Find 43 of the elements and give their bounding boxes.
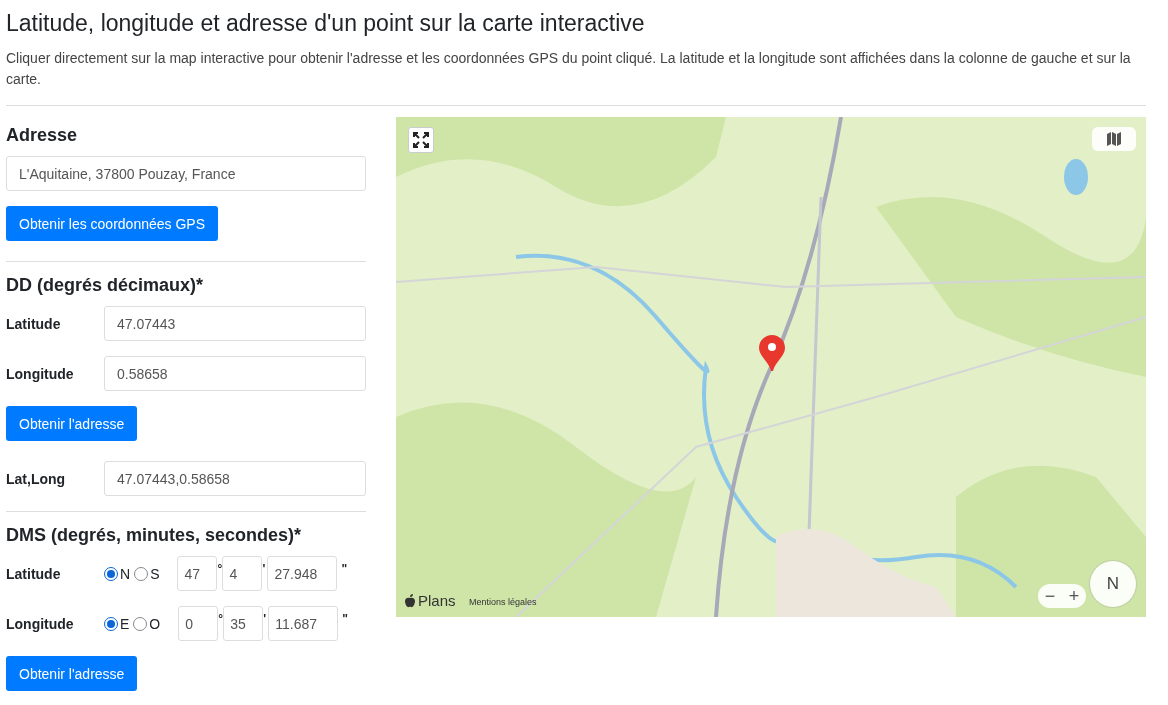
section-heading: DD (degrés décimaux)* bbox=[6, 274, 205, 296]
get-address-button[interactable]: Obtenir l'adresse bbox=[6, 656, 138, 691]
expand-icon bbox=[413, 132, 429, 148]
seconds-field[interactable]: 11.687 bbox=[268, 606, 339, 641]
field-label: Lat,Long bbox=[6, 470, 67, 487]
unit-mark: " bbox=[342, 612, 349, 626]
coordinate-field[interactable]: 0.58658 bbox=[104, 356, 366, 391]
degrees-field[interactable]: 47 bbox=[177, 556, 218, 591]
zoom-in-button[interactable]: + bbox=[1062, 584, 1086, 608]
map-type-button[interactable] bbox=[1092, 127, 1136, 151]
description: Cliquer directement sur la map interactive pour obtenir l'adresse et les coordonnées GPS du point cliqué. La latitude et la longitude sont affichées dans la colonne de gauche et sur la carte. bbox=[6, 49, 1132, 89]
map-icon bbox=[1107, 132, 1121, 146]
degrees-field[interactable]: 0 bbox=[178, 606, 219, 641]
field-label: Latitude bbox=[6, 565, 62, 582]
get-coordinates-button[interactable]: Obtenir les coordonnées GPS bbox=[6, 206, 218, 241]
address-field[interactable]: L'Aquitaine, 37800 Pouzay, France bbox=[6, 156, 366, 191]
radio-label: E bbox=[120, 615, 130, 632]
legal-link[interactable]: Mentions légales bbox=[469, 597, 537, 607]
field-label: Latitude bbox=[6, 315, 62, 332]
latlong-field[interactable]: 47.07443,0.58658 bbox=[104, 461, 366, 496]
minutes-field[interactable]: 35 bbox=[223, 606, 264, 641]
radio-label: S bbox=[150, 565, 160, 582]
unit-mark: ° bbox=[218, 612, 224, 626]
field-label: Longitude bbox=[6, 365, 75, 382]
radio-label: O bbox=[149, 615, 161, 632]
location-pin-icon bbox=[759, 335, 785, 371]
unit-mark: " bbox=[341, 562, 349, 576]
coordinate-field[interactable]: 47.07443 bbox=[104, 306, 366, 341]
zoom-out-button[interactable]: − bbox=[1038, 584, 1062, 608]
unit-mark: ' bbox=[263, 612, 268, 626]
field-label: Longitude bbox=[6, 615, 75, 632]
minutes-field[interactable]: 4 bbox=[222, 556, 263, 591]
section-heading: DMS (degrés, minutes, secondes)* bbox=[6, 524, 303, 546]
map-logo-text: Plans bbox=[418, 592, 456, 609]
unit-mark: ' bbox=[262, 562, 267, 576]
section-heading: Adresse bbox=[6, 124, 79, 146]
get-address-button[interactable]: Obtenir l'adresse bbox=[6, 406, 138, 441]
fruit-icon bbox=[404, 593, 416, 608]
page-title: Latitude, longitude et adresse d'un point sur la carte interactive bbox=[6, 9, 646, 38]
unit-mark: ° bbox=[217, 562, 223, 576]
fullscreen-button[interactable] bbox=[408, 127, 434, 153]
seconds-field[interactable]: 27.948 bbox=[267, 556, 338, 591]
radio-label: N bbox=[120, 565, 131, 582]
